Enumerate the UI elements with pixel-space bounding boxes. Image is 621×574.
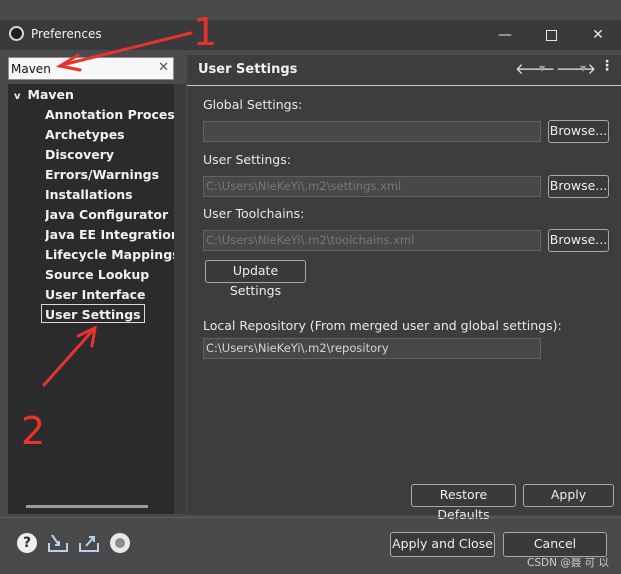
annotation-arrow-1 <box>60 31 193 67</box>
annotation-arrows <box>42 31 193 387</box>
annotation-arrow-2 <box>42 328 95 387</box>
annotation-number-2: 2 <box>21 409 46 453</box>
annotation-number-1: 1 <box>193 10 218 54</box>
